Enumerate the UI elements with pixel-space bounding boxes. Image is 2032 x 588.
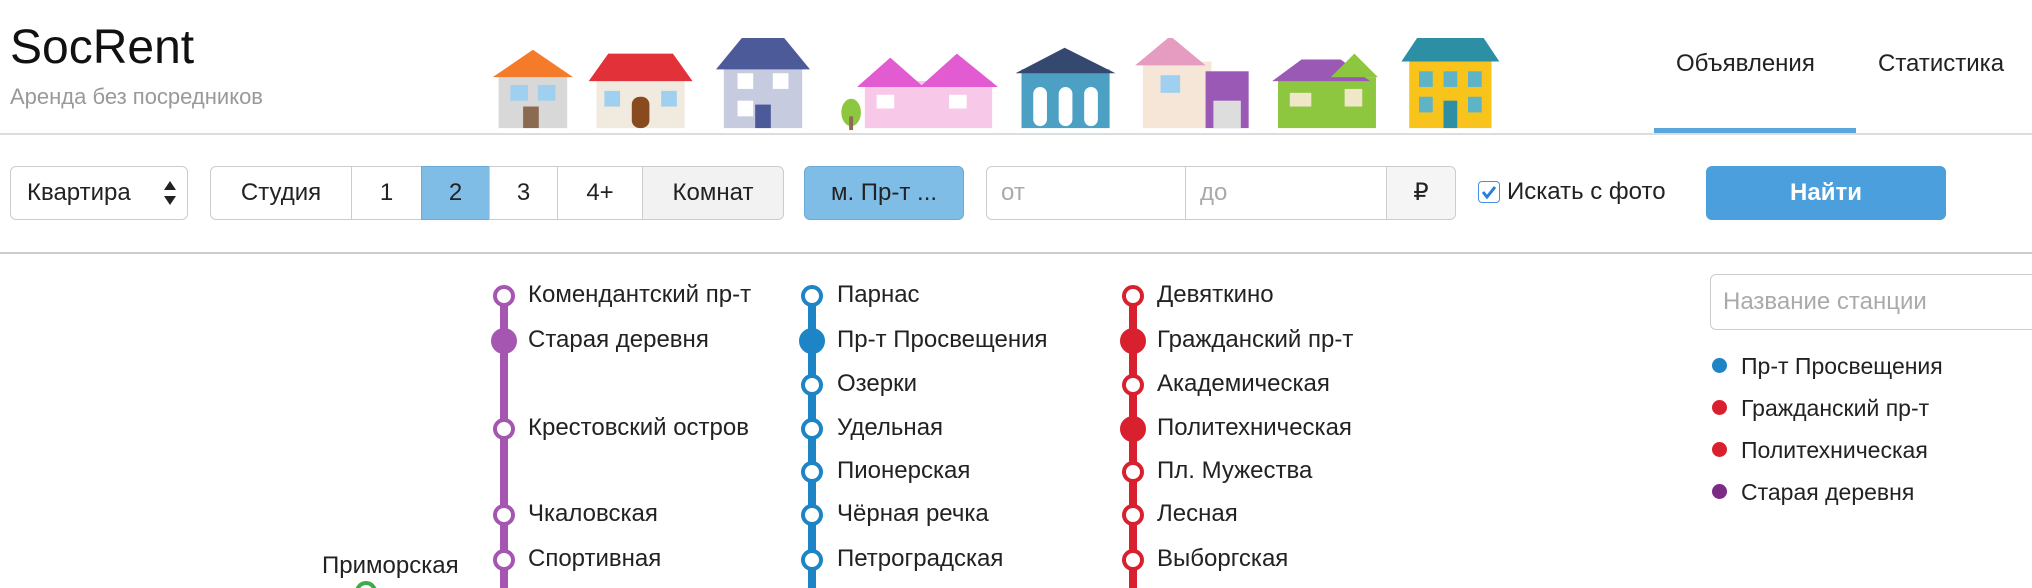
line-color-dot-icon — [1712, 400, 1727, 415]
station-marker[interactable] — [1120, 328, 1146, 354]
station-marker[interactable] — [1120, 416, 1146, 442]
station-marker[interactable] — [801, 374, 823, 396]
station-label[interactable]: Петроградская — [837, 545, 1003, 573]
station-label[interactable]: Удельная — [837, 414, 943, 442]
station-marker[interactable] — [801, 504, 823, 526]
station-marker[interactable] — [799, 328, 825, 354]
station-label[interactable]: Чкаловская — [528, 500, 658, 528]
station-label[interactable]: Крестовский остров — [528, 414, 749, 442]
station-marker[interactable] — [801, 285, 823, 307]
line-color-dot-icon — [1712, 358, 1727, 373]
station-label[interactable]: Озерки — [837, 370, 917, 398]
station-label[interactable]: Пл. Мужества — [1157, 457, 1312, 485]
selected-station-item[interactable]: Старая деревня — [1712, 479, 1914, 506]
station-label[interactable]: Комендантский пр-т — [528, 281, 751, 309]
station-marker[interactable] — [493, 549, 515, 571]
station-label[interactable]: Спортивная — [528, 545, 661, 573]
station-marker[interactable] — [1122, 549, 1144, 571]
selected-station-item[interactable]: Политехническая — [1712, 437, 1928, 464]
station-search-input[interactable]: Название станции — [1710, 274, 2032, 330]
station-marker[interactable] — [1122, 504, 1144, 526]
station-label[interactable]: Парнас — [837, 281, 920, 309]
line-color-dot-icon — [1712, 442, 1727, 457]
station-marker[interactable] — [355, 581, 377, 588]
station-marker[interactable] — [801, 549, 823, 571]
selected-station-item[interactable]: Гражданский пр-т — [1712, 395, 1929, 422]
station-marker[interactable] — [491, 328, 517, 354]
station-marker[interactable] — [1122, 285, 1144, 307]
station-marker[interactable] — [801, 418, 823, 440]
station-marker[interactable] — [801, 461, 823, 483]
station-marker[interactable] — [1122, 374, 1144, 396]
station-marker[interactable] — [493, 285, 515, 307]
station-label[interactable]: Лесная — [1157, 500, 1238, 528]
station-marker[interactable] — [493, 418, 515, 440]
station-label[interactable]: Приморская — [322, 552, 459, 580]
line-color-dot-icon — [1712, 484, 1727, 499]
station-label[interactable]: Чёрная речка — [837, 500, 989, 528]
selected-station-label: Пр-т Просвещения — [1741, 353, 1943, 379]
station-label[interactable]: Выборгская — [1157, 545, 1288, 573]
selected-station-label: Политехническая — [1741, 437, 1928, 463]
station-label[interactable]: Пионерская — [837, 457, 970, 485]
station-label[interactable]: Политехническая — [1157, 414, 1352, 442]
station-marker[interactable] — [493, 504, 515, 526]
selected-station-item[interactable]: Пр-т Просвещения — [1712, 353, 1943, 380]
station-label[interactable]: Девяткино — [1157, 281, 1274, 309]
station-label[interactable]: Старая деревня — [528, 326, 709, 354]
station-label[interactable]: Академическая — [1157, 370, 1330, 398]
station-marker[interactable] — [1122, 461, 1144, 483]
station-label[interactable]: Гражданский пр-т — [1157, 326, 1353, 354]
selected-station-label: Старая деревня — [1741, 479, 1915, 505]
selected-station-label: Гражданский пр-т — [1741, 395, 1930, 421]
station-label[interactable]: Пр-т Просвещения — [837, 326, 1048, 354]
